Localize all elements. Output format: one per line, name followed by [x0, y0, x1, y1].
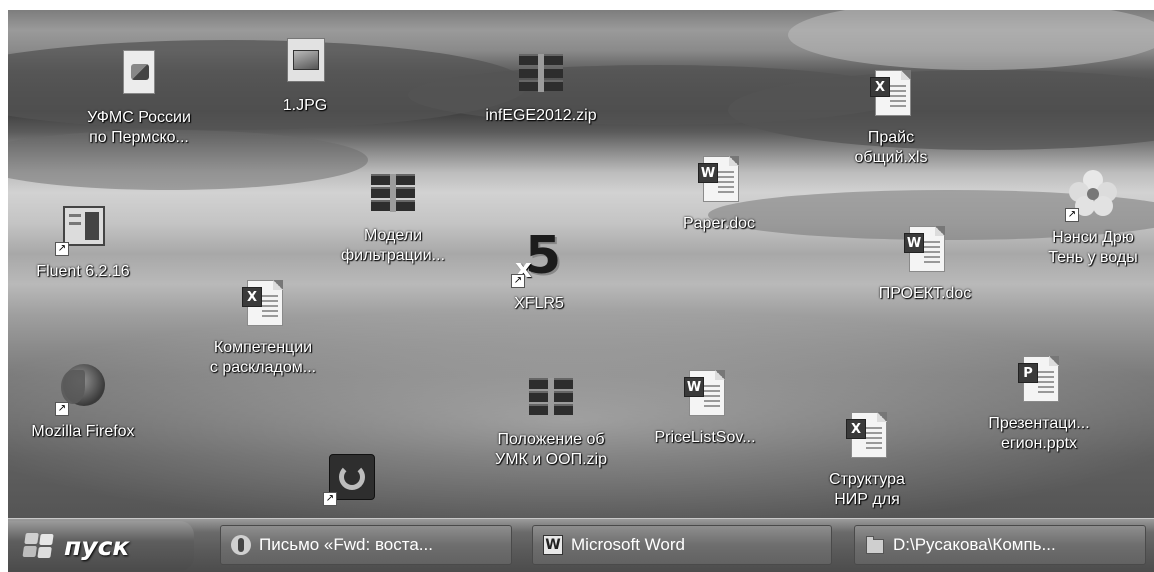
- shortcut-arrow-icon: ↗: [511, 274, 525, 288]
- icon-label: Mozilla Firefox: [31, 423, 135, 440]
- firefox-icon: ↗: [55, 360, 111, 416]
- mail-message-icon: [231, 535, 251, 555]
- desktop-icon-price-xls[interactable]: X Прайс общий.xls: [816, 66, 966, 168]
- desktop-icon-fluent[interactable]: ↗ Fluent 6.2.16: [8, 200, 158, 282]
- shortcut-arrow-icon: ↗: [1065, 208, 1079, 222]
- taskbar-item-label: D:\Русакова\Компь...: [893, 535, 1056, 554]
- desktop-icon-presentation-pptx[interactable]: P Презентаци... егион.pptx: [964, 352, 1114, 454]
- desktop-icon-structure-xls[interactable]: X Структура НИР для: [792, 408, 942, 510]
- installer-icon: [111, 46, 167, 102]
- icon-label: Прайс общий.xls: [854, 129, 928, 166]
- excel-document-icon: X: [839, 408, 895, 464]
- winrar-archive-icon: [523, 368, 579, 424]
- icon-label: Положение об УМК и ООП.zip: [495, 431, 607, 468]
- icon-label: Paper.doc: [682, 215, 756, 232]
- desktop-icon-nancy-drew[interactable]: ↗ Нэнси Дрю Тень у воды: [1018, 166, 1154, 268]
- powerpoint-document-icon: P: [1011, 352, 1067, 408]
- desktop-icon-project-doc[interactable]: W ПРОЕКТ.doc: [850, 222, 1000, 304]
- icon-label: XFLR5: [514, 295, 564, 312]
- folder-icon: [865, 535, 885, 555]
- icon-label: Презентаци... егион.pptx: [988, 415, 1090, 452]
- icon-label: УФМС России по Пермско...: [87, 109, 191, 146]
- shortcut-arrow-icon: ↗: [55, 242, 69, 256]
- word-document-icon: W: [691, 152, 747, 208]
- icon-label: 1.JPG: [282, 97, 328, 114]
- desktop-icon-infege2012-zip[interactable]: infEGE2012.zip: [466, 44, 616, 126]
- taskbar-item-label: Письмо «Fwd: воста...: [259, 535, 433, 554]
- desktop-icon-pricelist-doc[interactable]: W PriceListSov...: [630, 366, 780, 448]
- icon-label: Компетенции с раскладом...: [209, 339, 317, 376]
- image-file-icon: [277, 34, 333, 90]
- xflr5-app-icon: 5 x ↗: [511, 228, 567, 288]
- flower-icon: ↗: [1065, 166, 1121, 222]
- taskbar-item-label: Microsoft Word: [571, 535, 685, 554]
- desktop: УФМС России по Пермско... 1.JPG infEGE20…: [8, 10, 1154, 518]
- icon-label: Нэнси Дрю Тень у воды: [1048, 229, 1138, 266]
- fluent-app-icon: ↗: [55, 200, 111, 256]
- icon-label: Модели фильтрации...: [340, 227, 446, 264]
- update-app-icon: ↗: [323, 450, 379, 506]
- windows-logo-icon: [22, 533, 56, 559]
- taskbar-item-folder[interactable]: D:\Русакова\Компь...: [854, 525, 1146, 565]
- icon-label: infEGE2012.zip: [485, 107, 597, 124]
- cloud-right: [788, 10, 1154, 70]
- icon-label: ПРОЕКТ.doc: [878, 285, 972, 302]
- taskbar-item-word[interactable]: W Microsoft Word: [532, 525, 832, 565]
- word-app-icon: W: [543, 535, 563, 555]
- desktop-icon-xflr5[interactable]: 5 x ↗ XFLR5: [464, 228, 614, 314]
- desktop-icon-paper-doc[interactable]: W Paper.doc: [644, 152, 794, 234]
- icon-label: Структура НИР для: [829, 471, 905, 508]
- taskbar: пуск Письмо «Fwd: воста... W Microsoft W…: [8, 518, 1154, 572]
- desktop-icon-competencies-xls[interactable]: X Компетенции с раскладом...: [188, 276, 338, 378]
- word-document-icon: W: [677, 366, 733, 422]
- start-button[interactable]: пуск: [8, 521, 194, 571]
- icon-label: PriceListSov...: [654, 429, 756, 446]
- desktop-icon-firefox[interactable]: ↗ Mozilla Firefox: [8, 360, 158, 442]
- winrar-archive-icon: [513, 44, 569, 100]
- shortcut-arrow-icon: ↗: [323, 492, 337, 506]
- desktop-icon-1-jpg[interactable]: 1.JPG: [230, 34, 380, 116]
- icon-label: Fluent 6.2.16: [36, 263, 130, 280]
- desktop-icon-models-archive[interactable]: Модели фильтрации...: [318, 164, 468, 266]
- desktop-icon-polozhenie-zip[interactable]: Положение об УМК и ООП.zip: [476, 368, 626, 470]
- desktop-icon-update[interactable]: ↗: [276, 450, 426, 512]
- desktop-icon-ufms[interactable]: УФМС России по Пермско...: [64, 46, 214, 148]
- start-label: пуск: [64, 531, 130, 561]
- taskbar-item-mail[interactable]: Письмо «Fwd: воста...: [220, 525, 512, 565]
- word-document-icon: W: [897, 222, 953, 278]
- winrar-archive-icon: [365, 164, 421, 220]
- excel-document-icon: X: [863, 66, 919, 122]
- excel-document-icon: X: [235, 276, 291, 332]
- shortcut-arrow-icon: ↗: [55, 402, 69, 416]
